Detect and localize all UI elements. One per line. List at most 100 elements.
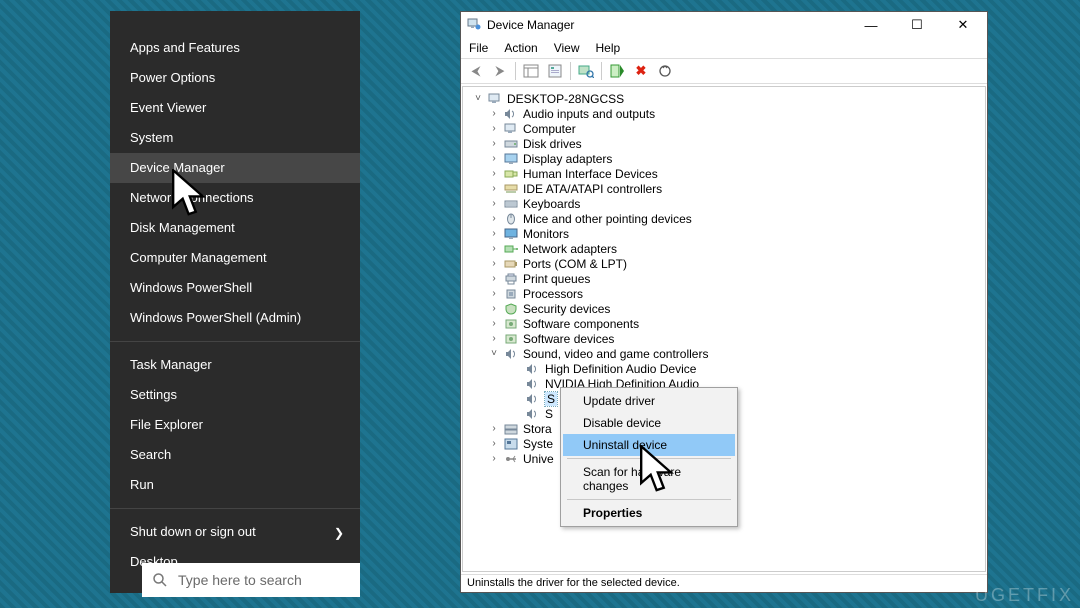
expand-icon[interactable]: ›	[489, 258, 499, 269]
tree-root[interactable]: ˅ DESKTOP-28NGCSS	[463, 91, 985, 106]
expand-icon[interactable]: ›	[489, 318, 499, 329]
label: Disk drives	[523, 137, 582, 151]
menu-action[interactable]: Action	[504, 41, 537, 55]
titlebar[interactable]: Device Manager — ☐ ✕	[461, 12, 987, 38]
winx-item[interactable]: Device Manager	[110, 153, 360, 183]
device-item[interactable]: High Definition Audio Device	[463, 361, 985, 376]
monitor-icon	[503, 227, 519, 241]
status-bar: Uninstalls the driver for the selected d…	[461, 574, 987, 592]
device-category[interactable]: › Human Interface Devices	[463, 166, 985, 181]
device-category[interactable]: ›Ports (COM & LPT)	[463, 256, 985, 271]
expand-icon[interactable]: ›	[489, 303, 499, 314]
winx-item[interactable]: System	[110, 123, 360, 153]
device-category[interactable]: ›Audio inputs and outputs	[463, 106, 985, 121]
device-category[interactable]: ›Computer	[463, 121, 985, 136]
ctx-item[interactable]: Uninstall device	[563, 434, 735, 456]
scan-hardware-icon[interactable]	[575, 60, 597, 82]
winx-item[interactable]: Event Viewer	[110, 93, 360, 123]
enable-device-icon[interactable]	[606, 60, 628, 82]
device-category[interactable]: › Keyboards	[463, 196, 985, 211]
winx-item[interactable]: Windows PowerShell	[110, 273, 360, 303]
device-category[interactable]: › Network adapters	[463, 241, 985, 256]
winx-item[interactable]: Windows PowerShell (Admin)	[110, 303, 360, 333]
label: IDE ATA/ATAPI controllers	[523, 182, 662, 196]
maximize-button[interactable]: ☐	[897, 17, 937, 33]
expand-icon[interactable]: ›	[489, 213, 499, 224]
label: Keyboards	[523, 197, 580, 211]
uninstall-device-icon[interactable]: ✖	[630, 60, 652, 82]
port-icon	[503, 257, 519, 271]
device-category[interactable]: ›Software components	[463, 316, 985, 331]
label: Unive	[523, 452, 554, 466]
device-category[interactable]: ›Software devices	[463, 331, 985, 346]
ctx-item[interactable]: Disable device	[563, 412, 735, 434]
device-category[interactable]: ›Security devices	[463, 301, 985, 316]
minimize-button[interactable]: —	[851, 18, 891, 33]
ide-icon	[503, 182, 519, 196]
taskbar-search[interactable]: Type here to search	[142, 563, 360, 597]
update-driver-icon[interactable]	[654, 60, 676, 82]
category-sound[interactable]: ˅ Sound, video and game controllers	[463, 346, 985, 361]
expand-icon[interactable]: ›	[489, 288, 499, 299]
show-all-icon[interactable]	[520, 60, 542, 82]
speaker-icon	[525, 362, 541, 376]
expand-icon[interactable]: ›	[489, 423, 499, 434]
device-category[interactable]: ›Monitors	[463, 226, 985, 241]
expand-icon[interactable]: ›	[489, 123, 499, 134]
network-icon	[503, 242, 519, 256]
label: Display adapters	[523, 152, 612, 166]
winx-item[interactable]: Network Connections	[110, 183, 360, 213]
back-button[interactable]: ⮜	[465, 60, 487, 82]
label: Human Interface Devices	[523, 167, 658, 181]
winx-item[interactable]: Apps and Features	[110, 33, 360, 63]
expand-icon[interactable]: ›	[489, 138, 499, 149]
expand-icon[interactable]: ›	[489, 243, 499, 254]
expand-icon[interactable]: ›	[489, 198, 499, 209]
expand-icon[interactable]: ›	[489, 453, 499, 464]
winx-item[interactable]: Shut down or sign out❯	[110, 517, 360, 547]
expand-icon[interactable]: ›	[489, 183, 499, 194]
ctx-properties[interactable]: Properties	[563, 502, 735, 524]
winx-item[interactable]: Task Manager	[110, 350, 360, 380]
expand-icon[interactable]: ›	[489, 333, 499, 344]
menu-view[interactable]: View	[554, 41, 580, 55]
speaker-icon	[525, 377, 541, 391]
ctx-item[interactable]: Update driver	[563, 390, 735, 412]
device-category[interactable]: ›Mice and other pointing devices	[463, 211, 985, 226]
forward-button[interactable]: ⮞	[489, 60, 511, 82]
system-icon	[503, 437, 519, 451]
menu-help[interactable]: Help	[596, 41, 621, 55]
device-category[interactable]: › Disk drives	[463, 136, 985, 151]
context-menu: Update driverDisable deviceUninstall dev…	[560, 387, 738, 527]
expand-icon[interactable]: ›	[489, 273, 499, 284]
chevron-right-icon: ❯	[334, 525, 344, 541]
expand-icon[interactable]: ›	[489, 168, 499, 179]
device-category[interactable]: › Display adapters	[463, 151, 985, 166]
label: Syste	[523, 437, 553, 451]
device-category[interactable]: › IDE ATA/ATAPI controllers	[463, 181, 985, 196]
device-category[interactable]: ›Processors	[463, 286, 985, 301]
winx-item[interactable]: Computer Management	[110, 243, 360, 273]
winx-item[interactable]: Settings	[110, 380, 360, 410]
winx-item[interactable]: Power Options	[110, 63, 360, 93]
winx-item[interactable]: Run	[110, 470, 360, 500]
expand-icon[interactable]: ›	[489, 438, 499, 449]
ctx-scan-hardware[interactable]: Scan for hardware changes	[563, 461, 735, 497]
speaker-icon	[503, 107, 519, 121]
expand-icon[interactable]: ›	[489, 108, 499, 119]
collapse-icon[interactable]: ˅	[473, 93, 483, 104]
collapse-icon[interactable]: ˅	[489, 348, 499, 359]
app-icon	[467, 17, 481, 34]
device-category[interactable]: ›Print queues	[463, 271, 985, 286]
menu-file[interactable]: File	[469, 41, 488, 55]
winx-item[interactable]: File Explorer	[110, 410, 360, 440]
label: Network adapters	[523, 242, 617, 256]
expand-icon[interactable]: ›	[489, 228, 499, 239]
properties-icon[interactable]	[544, 60, 566, 82]
winx-item[interactable]: Search	[110, 440, 360, 470]
expand-icon[interactable]: ›	[489, 153, 499, 164]
winx-item[interactable]: Disk Management	[110, 213, 360, 243]
component-icon	[503, 317, 519, 331]
close-button[interactable]: ✕	[943, 17, 983, 33]
category-label: Sound, video and game controllers	[523, 347, 708, 361]
